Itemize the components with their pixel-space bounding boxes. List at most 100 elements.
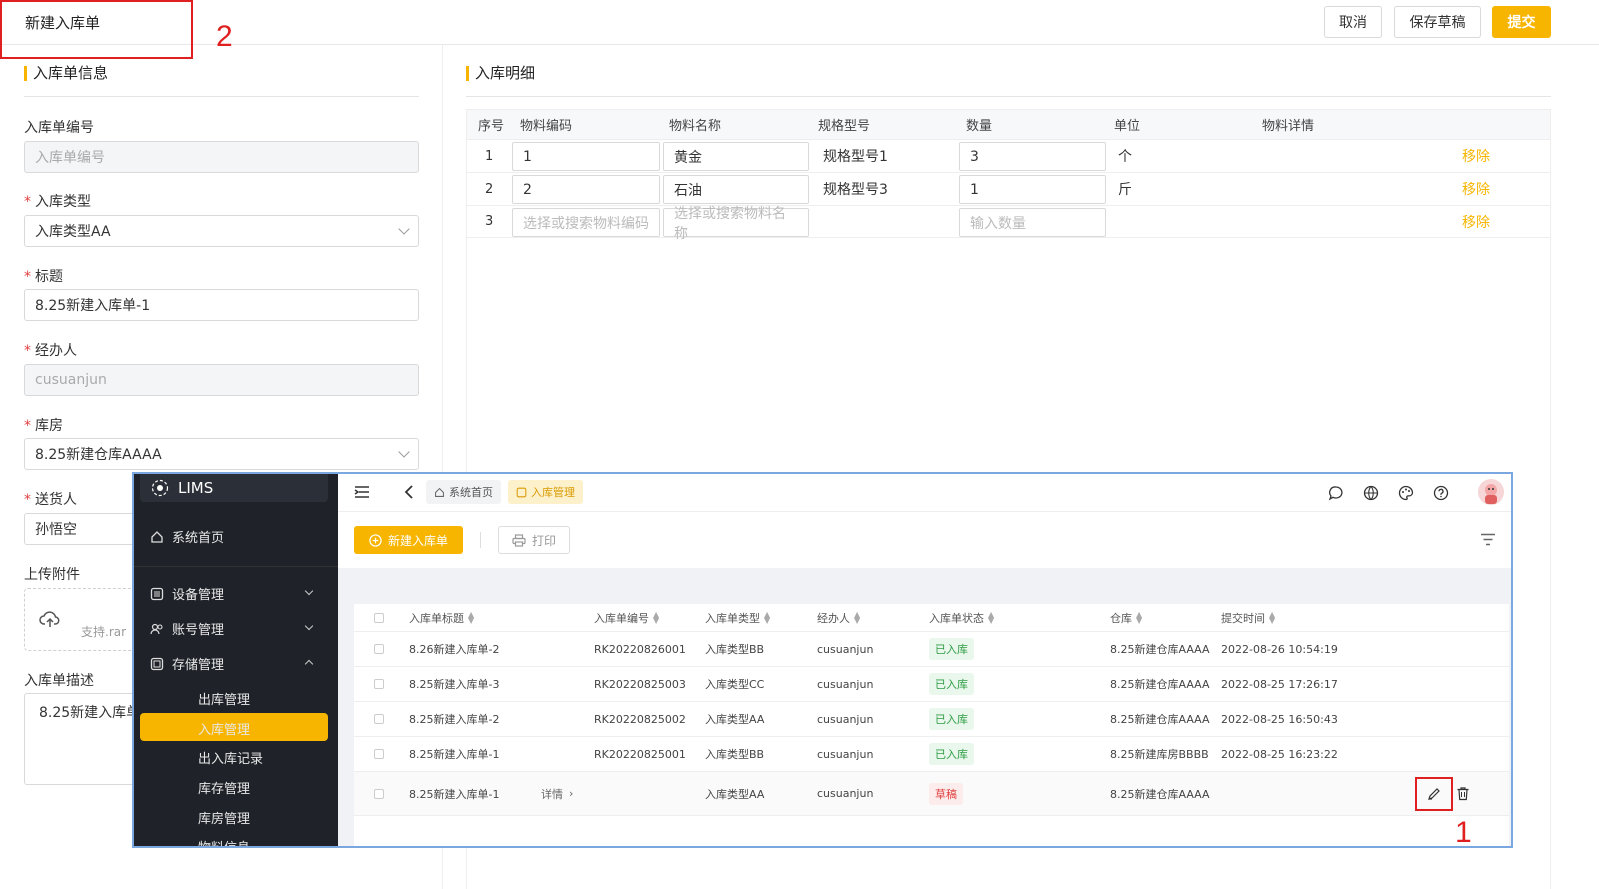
order-no-input[interactable]: 入库单编号	[24, 141, 419, 173]
row-checkbox[interactable]	[374, 749, 384, 759]
print-button[interactable]: 打印	[498, 526, 570, 554]
material-name-input[interactable]: 黄金	[663, 142, 809, 171]
trash-icon[interactable]	[1456, 786, 1470, 801]
new-inbound-button[interactable]: 新建入库单	[354, 526, 463, 554]
detail-title: 入库明细	[466, 66, 535, 81]
row-no: 3	[485, 214, 494, 229]
table-row[interactable]: 8.26新建入库单-2 RK20220826001 入库类型BB cusuanj…	[354, 632, 1509, 667]
remove-link[interactable]: 移除	[1462, 173, 1490, 205]
type-label: * 入库类型	[24, 191, 91, 211]
sort-icon: ▲ ▼	[468, 609, 475, 625]
table-row[interactable]: 8.25新建入库单-1 RK20220825001 入库类型BB cusuanj…	[354, 737, 1509, 772]
nav-inbound[interactable]: 入库管理	[198, 719, 250, 738]
toolbar: 新建入库单 打印	[338, 512, 1511, 568]
message-icon[interactable]	[1328, 485, 1344, 501]
palette-icon[interactable]	[1398, 485, 1414, 501]
help-icon[interactable]	[1433, 485, 1449, 501]
col-header[interactable]: 入库单编号 ▲ ▼	[594, 604, 659, 631]
plus-circle-icon	[369, 533, 382, 547]
select-all-checkbox[interactable]	[374, 612, 384, 623]
col-header[interactable]: 入库单状态 ▲ ▼	[929, 604, 994, 631]
table-border	[1550, 109, 1551, 889]
remove-link[interactable]: 移除	[1462, 140, 1490, 172]
remove-link[interactable]: 移除	[1462, 206, 1490, 237]
table-row[interactable]: 8.25新建入库单-3 RK20220825003 入库类型CC cusuanj…	[354, 667, 1509, 702]
type-select[interactable]: 入库类型AA	[24, 215, 419, 247]
nav-storage[interactable]: 存储管理	[150, 654, 224, 673]
col-header[interactable]: 入库单标题 ▲ ▼	[409, 604, 474, 631]
menu-fold-icon[interactable]	[354, 485, 370, 499]
col-header: 序号	[478, 119, 505, 134]
users-icon	[150, 623, 163, 634]
back-icon[interactable]	[404, 484, 414, 500]
col-header[interactable]: 提交时间 ▲ ▼	[1221, 604, 1275, 631]
row-checkbox[interactable]	[374, 788, 384, 799]
submit-button[interactable]: 提交	[1492, 6, 1551, 38]
cell-handler: cusuanjun	[817, 712, 874, 726]
detail-link[interactable]: 详情 ›	[541, 772, 573, 815]
material-code-input[interactable]: 选择或搜索物料编码	[512, 208, 660, 237]
col-header[interactable]: 入库单类型 ▲ ▼	[705, 604, 770, 631]
tab-home[interactable]: 系统首页	[426, 480, 501, 504]
tab-inbound-label: 入库管理	[531, 486, 575, 499]
col-header-label: 仓库	[1110, 611, 1132, 625]
home-icon	[435, 487, 444, 497]
sort-icon: ▲ ▼	[854, 609, 861, 625]
cell-type: 入库类型AA	[705, 787, 765, 801]
col-header-label: 提交时间	[1221, 611, 1265, 625]
tab-inbound[interactable]: 入库管理	[508, 480, 583, 504]
avatar[interactable]	[1478, 479, 1504, 505]
cell-title: 8.25新建入库单-2	[409, 713, 500, 726]
material-name-input[interactable]: 选择或搜索物料名称	[663, 206, 809, 242]
detail-link-label: 详情	[541, 787, 563, 801]
edit-pencil-icon[interactable]	[1427, 787, 1441, 801]
detail-row: 2 2 石油 规格型号3 1 斤 移除	[466, 172, 1551, 205]
nav-outbound[interactable]: 出库管理	[198, 689, 250, 708]
col-header: 规格型号	[818, 119, 871, 134]
storage-icon	[150, 657, 164, 670]
required-mark: *	[24, 269, 31, 285]
nav-inventory[interactable]: 库存管理	[198, 778, 250, 797]
qty-input[interactable]: 1	[959, 175, 1106, 204]
printer-icon	[512, 533, 526, 547]
spec-value: 规格型号1	[823, 149, 888, 165]
qty-input[interactable]: 3	[959, 142, 1106, 171]
globe-icon[interactable]	[1363, 485, 1379, 501]
nav-account[interactable]: 账号管理	[150, 619, 224, 638]
col-header[interactable]: 经办人 ▲ ▼	[817, 604, 860, 631]
nav-device[interactable]: 设备管理	[150, 584, 224, 603]
col-header[interactable]: 仓库 ▲ ▼	[1110, 604, 1142, 631]
row-checkbox[interactable]	[374, 644, 384, 654]
row-no: 1	[485, 148, 494, 164]
title-input[interactable]: 8.25新建入库单-1	[24, 289, 419, 321]
row-checkbox[interactable]	[374, 714, 384, 724]
nav-home[interactable]: 系统首页	[150, 527, 224, 546]
divider	[466, 96, 1551, 97]
table-row[interactable]: 8.25新建入库单-2 RK20220825002 入库类型AA cusuanj…	[354, 702, 1509, 737]
chevron-down-icon	[398, 446, 410, 458]
material-code-input[interactable]: 1	[512, 142, 660, 171]
app-header: 系统首页 入库管理	[338, 474, 1511, 512]
title-label-text: 标题	[35, 269, 63, 285]
nav-materials[interactable]: 物料信息	[198, 837, 250, 846]
qty-input[interactable]: 输入数量	[959, 208, 1106, 237]
chevron-down-icon	[304, 586, 314, 596]
warehouse-select[interactable]: 8.25新建仓库AAAA	[24, 438, 419, 470]
handler-input[interactable]: cusuanjun	[24, 364, 419, 396]
col-header-label: 入库单类型	[705, 611, 760, 625]
table-row[interactable]: 8.25新建入库单-1 详情 › 入库类型AA cusuanjun 草稿 8.25…	[354, 772, 1509, 816]
deliverer-label: * 送货人	[24, 489, 77, 509]
nav-warehouse[interactable]: 库房管理	[198, 808, 250, 827]
col-header-label: 经办人	[817, 611, 850, 625]
col-header: 物料编码	[520, 119, 573, 134]
material-code-input[interactable]: 2	[512, 175, 660, 204]
cell-handler: cusuanjun	[817, 677, 874, 691]
filter-icon[interactable]	[1480, 533, 1496, 546]
material-name-input[interactable]: 石油	[663, 175, 809, 204]
row-checkbox[interactable]	[374, 679, 384, 689]
cancel-button[interactable]: 取消	[1324, 6, 1382, 38]
nav-records[interactable]: 出入库记录	[198, 748, 263, 767]
warehouse-label: * 库房	[24, 415, 63, 435]
col-header: 物料名称	[669, 119, 722, 134]
save-draft-button[interactable]: 保存草稿	[1394, 6, 1481, 38]
